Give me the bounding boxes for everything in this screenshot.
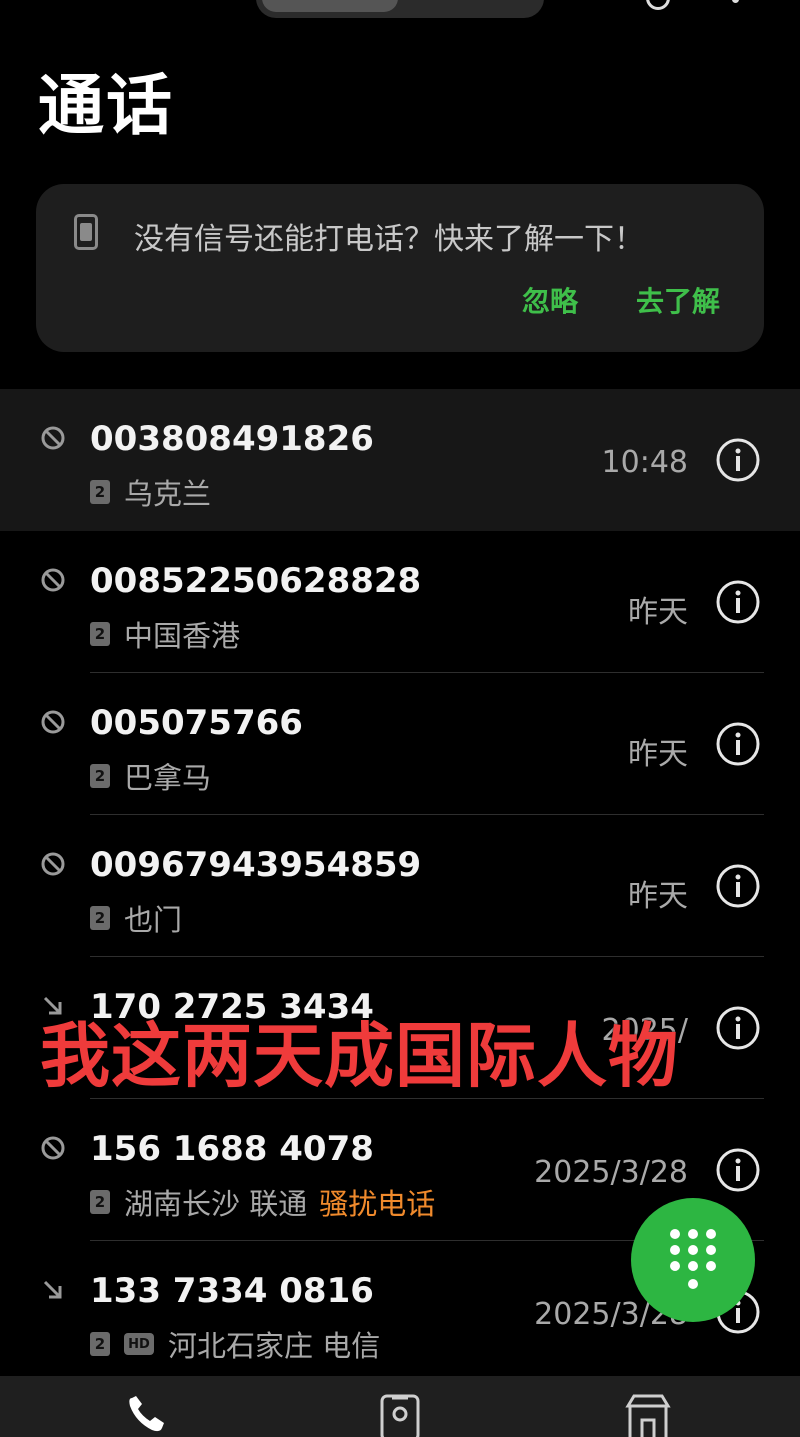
call-number: 133 7334 0816: [90, 1271, 374, 1311]
call-meta: 2 乌克兰: [90, 471, 211, 513]
block-icon: [41, 426, 65, 450]
ignore-button[interactable]: 忽略: [522, 280, 578, 320]
call-number: 00967943954859: [90, 845, 422, 885]
call-row[interactable]: 00967943954859 2 也门 昨天: [0, 815, 800, 957]
call-number: 156 1688 4078: [90, 1129, 374, 1169]
page-title: 通话: [38, 67, 174, 144]
call-location: 巴拿马: [124, 761, 212, 795]
call-time: 昨天: [628, 879, 688, 914]
dialpad-button[interactable]: [631, 1198, 755, 1322]
info-icon[interactable]: [715, 437, 761, 483]
info-icon[interactable]: [715, 1147, 761, 1193]
call-time: 2025/3/28: [534, 1155, 688, 1190]
sim-badge: 2: [90, 906, 110, 930]
tip-text: 没有信号还能打电话？快来了解一下！: [134, 222, 644, 257]
contacts-icon[interactable]: [370, 1392, 430, 1437]
call-location: 乌克兰: [124, 477, 212, 511]
block-icon: [41, 852, 65, 876]
sim-badge: 2: [90, 480, 110, 504]
call-location: 也门: [124, 903, 183, 937]
call-meta: 2 湖南长沙 联通 骚扰电话: [90, 1181, 435, 1223]
incoming-call-icon: [43, 1280, 62, 1299]
sim-badge: 2: [90, 1190, 110, 1214]
block-icon: [41, 568, 65, 592]
overlay-caption: 我这两天成国际人物: [40, 1015, 679, 1097]
sim-badge: 2: [90, 764, 110, 788]
view-toggle-selected[interactable]: [262, 0, 398, 12]
info-icon[interactable]: [715, 1005, 761, 1051]
call-time: 昨天: [628, 595, 688, 630]
dialpad-icon: [670, 1229, 716, 1289]
call-location: 河北石家庄 电信: [168, 1329, 381, 1363]
call-location: 中国香港: [124, 619, 241, 653]
info-icon[interactable]: [715, 579, 761, 625]
call-row[interactable]: 005075766 2 巴拿马 昨天: [0, 673, 800, 815]
call-meta: 2 中国香港: [90, 613, 240, 655]
more-icon[interactable]: [732, 0, 739, 3]
store-icon[interactable]: [618, 1392, 678, 1437]
tip-card: 没有信号还能打电话？快来了解一下！ 忽略 去了解: [36, 184, 764, 352]
hd-badge: HD: [124, 1333, 154, 1355]
call-meta: 2 也门: [90, 897, 182, 939]
block-icon: [41, 710, 65, 734]
call-row[interactable]: 003808491826 2 乌克兰 10:48: [0, 389, 800, 531]
block-icon: [41, 1136, 65, 1160]
info-icon[interactable]: [715, 863, 761, 909]
info-icon[interactable]: [715, 721, 761, 767]
call-meta: 2 HD 河北石家庄 电信: [90, 1323, 380, 1365]
call-time: 昨天: [628, 737, 688, 772]
call-time: 10:48: [601, 445, 688, 480]
phone-device-icon: [74, 214, 98, 250]
bottom-nav: [0, 1376, 800, 1437]
call-location: 湖南长沙 联通: [124, 1187, 308, 1221]
learn-more-button[interactable]: 去了解: [636, 280, 720, 320]
search-icon[interactable]: [646, 0, 670, 10]
sim-badge: 2: [90, 622, 110, 646]
call-number: 003808491826: [90, 419, 374, 459]
phone-icon[interactable]: [122, 1392, 182, 1437]
call-row[interactable]: 00852250628828 2 中国香港 昨天: [0, 531, 800, 673]
sim-badge: 2: [90, 1332, 110, 1356]
view-toggle[interactable]: [256, 0, 544, 18]
call-number: 00852250628828: [90, 561, 422, 601]
call-number: 005075766: [90, 703, 303, 743]
spam-tag: 骚扰电话: [319, 1187, 436, 1221]
call-meta: 2 巴拿马: [90, 755, 211, 797]
